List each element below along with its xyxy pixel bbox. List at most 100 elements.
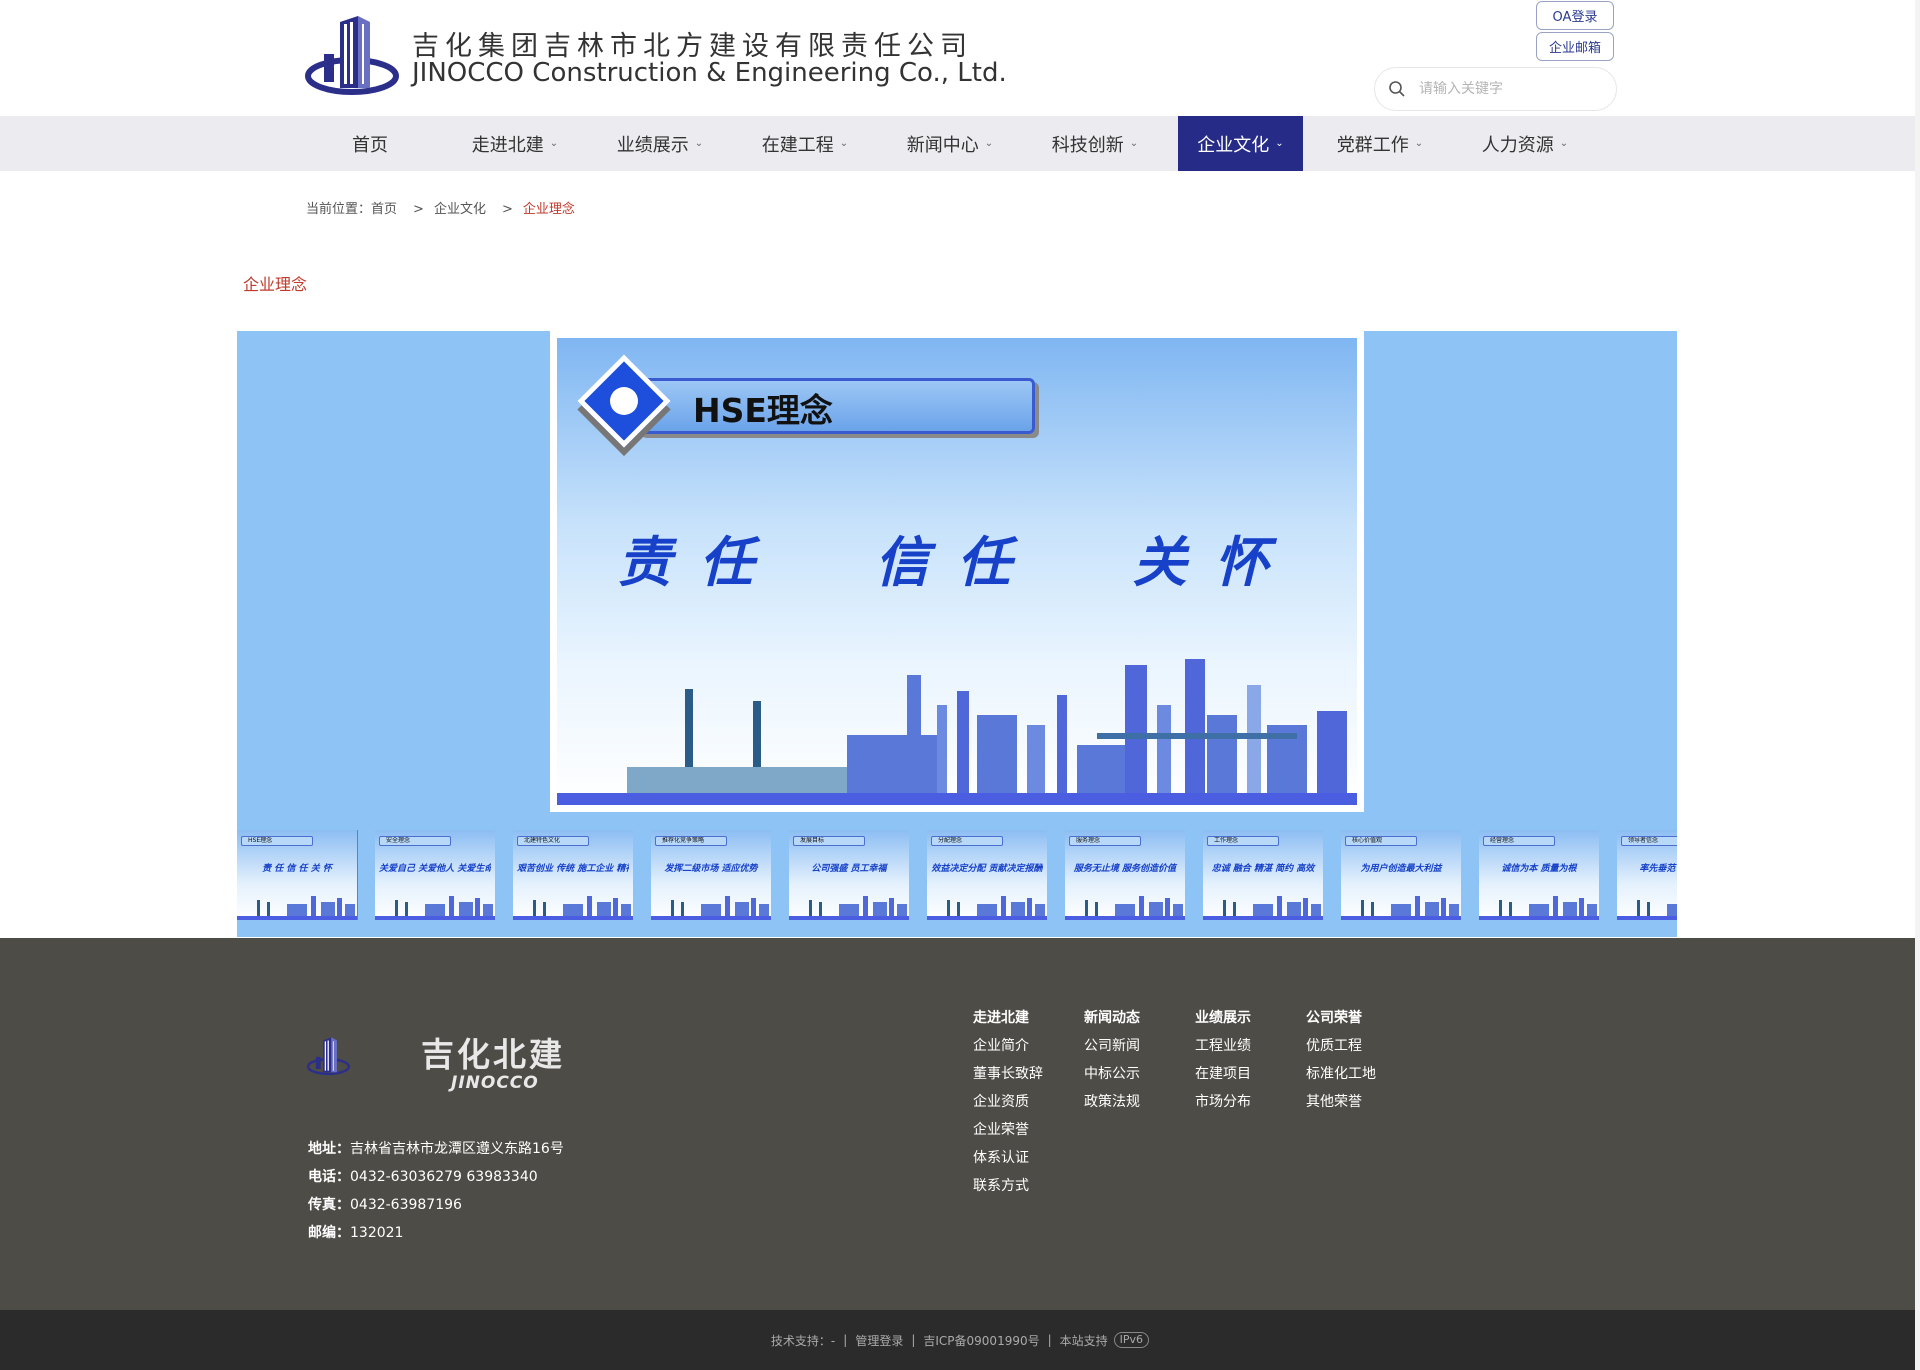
section-title: 企业理念 (243, 275, 308, 294)
thumbnail-text: 服务无止境 服务创造价值 (1073, 864, 1177, 874)
admin-login-link[interactable]: 管理登录 (855, 1332, 903, 1349)
breadcrumb-separator: > (413, 202, 424, 217)
thumbnail-text: 为用户创造最大利益 (1360, 864, 1442, 874)
skyline-thumbnail-image (1203, 896, 1323, 920)
breadcrumb-separator: > (501, 202, 513, 217)
thumbnail-label: 核心价值观 (1345, 836, 1417, 846)
footer-column-head[interactable]: 业绩展示 (1195, 1010, 1251, 1038)
nav-item-label: 业绩展示 (616, 134, 689, 156)
thumbnail-text: 发挥二级市场 适应优势 (664, 864, 758, 874)
contact-fax: 传真：0432-63987196 (308, 1194, 462, 1214)
nav-item-performance[interactable]: 业绩展示 ⌄ (590, 116, 730, 171)
chevron-down-icon: ⌄ (1559, 138, 1569, 149)
nav-item-about[interactable]: 走进北建 ⌄ (445, 116, 585, 171)
nav-item-innovation[interactable]: 科技创新 ⌄ (1025, 116, 1165, 171)
skyline-thumbnail-image (1065, 896, 1185, 920)
footer-column-head[interactable]: 走进北建 (973, 1010, 1043, 1038)
footer-link[interactable]: 标准化工地 (1306, 1066, 1376, 1094)
thumbnail-item[interactable]: 安全理念 关爱自己 关爱他人 关爱生命 (375, 830, 495, 920)
footer-link[interactable]: 体系认证 (973, 1150, 1043, 1178)
footer-column-news: 新闻动态 公司新闻 中标公示 政策法规 (1084, 1010, 1140, 1122)
nav-item-label: 科技创新 (1051, 134, 1124, 156)
skyline-thumbnail-image (237, 896, 357, 920)
separator: | (1047, 1333, 1052, 1347)
footer-link[interactable]: 公司新闻 (1084, 1038, 1140, 1066)
thumbnail-item[interactable]: 服务理念 服务无止境 服务创造价值 (1065, 830, 1185, 920)
nav-item-projects[interactable]: 在建工程 ⌄ (735, 116, 875, 171)
nav-item-label: 人力资源 (1481, 134, 1554, 156)
contact-value: 吉林省吉林市龙潭区遵义东路16号 (350, 1141, 564, 1157)
site-support-text: 本站支持 (1059, 1333, 1108, 1348)
thumbnail-text: 公司强盛 员工幸福 (811, 864, 887, 874)
footer-link[interactable]: 董事长致辞 (973, 1066, 1043, 1094)
thumbnail-item[interactable]: 工作理念 忠诚 融合 精湛 简约 高效 (1203, 830, 1323, 920)
thumbnail-text: 率先垂范 躬身先行 (1639, 864, 1677, 874)
thumbnail-label: 分配理念 (931, 836, 1003, 846)
nav-item-label: 首页 (352, 134, 388, 156)
thumbnail-text: 艰苦创业 传统 施工企业 精神 (517, 864, 629, 874)
thumbnail-item[interactable]: 发展目标 公司强盛 员工幸福 (789, 830, 909, 920)
thumbnail-text: 责 任 信 任 关 怀 (262, 864, 332, 874)
enterprise-mail-button[interactable]: 企业邮箱 (1536, 32, 1614, 61)
image-gallery: HSE理念 责任 信任 关怀 HSE理念 责 任 信 任 关 怀 安全理念 关爱… (237, 331, 1677, 937)
thumbnail-label: 经营理念 (1483, 836, 1555, 846)
thumbnail-item[interactable]: 北建特色文化 艰苦创业 传统 施工企业 精神 (513, 830, 633, 920)
breadcrumb-parent[interactable]: 企业文化 (434, 202, 486, 217)
thumbnail-item[interactable]: 核心价值观 为用户创造最大利益 (1341, 830, 1461, 920)
thumbnail-label: 推荐化竞争策略 (655, 836, 727, 846)
footer-column-performance: 业绩展示 工程业绩 在建项目 市场分布 (1195, 1010, 1251, 1122)
main-image-frame[interactable]: HSE理念 责任 信任 关怀 (550, 331, 1364, 812)
footer-link[interactable]: 联系方式 (973, 1178, 1043, 1206)
search-icon[interactable] (1375, 67, 1419, 111)
oa-login-button[interactable]: OA登录 (1536, 1, 1614, 30)
thumbnail-item[interactable]: 经营理念 诚信为本 质量为根 (1479, 830, 1599, 920)
nav-item-label: 党群工作 (1336, 134, 1409, 156)
footer-link[interactable]: 企业荣誉 (973, 1122, 1043, 1150)
footer-link[interactable]: 工程业绩 (1195, 1038, 1251, 1066)
chevron-down-icon: ⌄ (549, 138, 559, 149)
footer-column-honors: 公司荣誉 优质工程 标准化工地 其他荣誉 (1306, 1010, 1376, 1122)
footer-link[interactable]: 其他荣誉 (1306, 1094, 1376, 1122)
breadcrumb: 当前位置：首页 > 企业文化 > 企业理念 (306, 198, 581, 217)
building-logo-icon[interactable] (304, 10, 400, 96)
contact-value: 132021 (350, 1225, 404, 1241)
ipv6-badge: IPv6 (1113, 1332, 1150, 1348)
thumbnail-label: 发展目标 (793, 836, 865, 846)
footer-link[interactable]: 在建项目 (1195, 1066, 1251, 1094)
company-name-en: JINOCCO Construction & Engineering Co., … (412, 58, 1007, 88)
footer-link[interactable]: 企业资质 (973, 1094, 1043, 1122)
nav-item-news[interactable]: 新闻中心 ⌄ (880, 116, 1020, 171)
icp-link[interactable]: 吉ICP备09001990号 (923, 1332, 1039, 1349)
chevron-down-icon: ⌄ (984, 138, 994, 149)
thumbnail-label: HSE理念 (241, 836, 313, 846)
industrial-skyline-image (557, 659, 1357, 805)
footer-link[interactable]: 优质工程 (1306, 1038, 1376, 1066)
thumbnail-item[interactable]: HSE理念 责 任 信 任 关 怀 (237, 830, 358, 920)
thumbnail-item[interactable]: 领导者信念 率先垂范 躬身先行 (1617, 830, 1677, 920)
thumbnail-label: 北建特色文化 (517, 836, 589, 846)
search-box (1374, 67, 1617, 111)
footer-link[interactable]: 市场分布 (1195, 1094, 1251, 1122)
thumbnail-label: 服务理念 (1069, 836, 1141, 846)
footer-link[interactable]: 政策法规 (1084, 1094, 1140, 1122)
footer-column-head[interactable]: 公司荣誉 (1306, 1010, 1376, 1038)
footer-brand-cn: 吉化北建 (421, 1035, 565, 1074)
footer-column-head[interactable]: 新闻动态 (1084, 1010, 1140, 1038)
chevron-down-icon: ⌄ (1129, 138, 1139, 149)
thumbnail-item[interactable]: 分配理念 效益决定分配 贡献决定报酬 (927, 830, 1047, 920)
skyline-thumbnail-image (1341, 896, 1461, 920)
search-input[interactable] (1419, 81, 1599, 97)
footer-link[interactable]: 企业简介 (973, 1038, 1043, 1066)
breadcrumb-current: 企业理念 (522, 202, 575, 217)
nav-item-culture[interactable]: 企业文化 ⌄ (1178, 116, 1303, 171)
footer-link[interactable]: 中标公示 (1084, 1066, 1140, 1094)
nav-item-home[interactable]: 首页 (305, 116, 435, 171)
thumbnail-item[interactable]: 推荐化竞争策略 发挥二级市场 适应优势 (651, 830, 771, 920)
breadcrumb-home[interactable]: 首页 (371, 202, 397, 217)
scrollbar-track[interactable] (1915, 0, 1920, 1370)
nav-item-hr[interactable]: 人力资源 ⌄ (1455, 116, 1595, 171)
thumbnail-text: 忠诚 融合 精湛 简约 高效 (1211, 864, 1315, 874)
contact-postcode: 邮编：132021 (308, 1222, 403, 1242)
skyline-thumbnail-image (513, 896, 633, 920)
nav-item-party[interactable]: 党群工作 ⌄ (1310, 116, 1450, 171)
